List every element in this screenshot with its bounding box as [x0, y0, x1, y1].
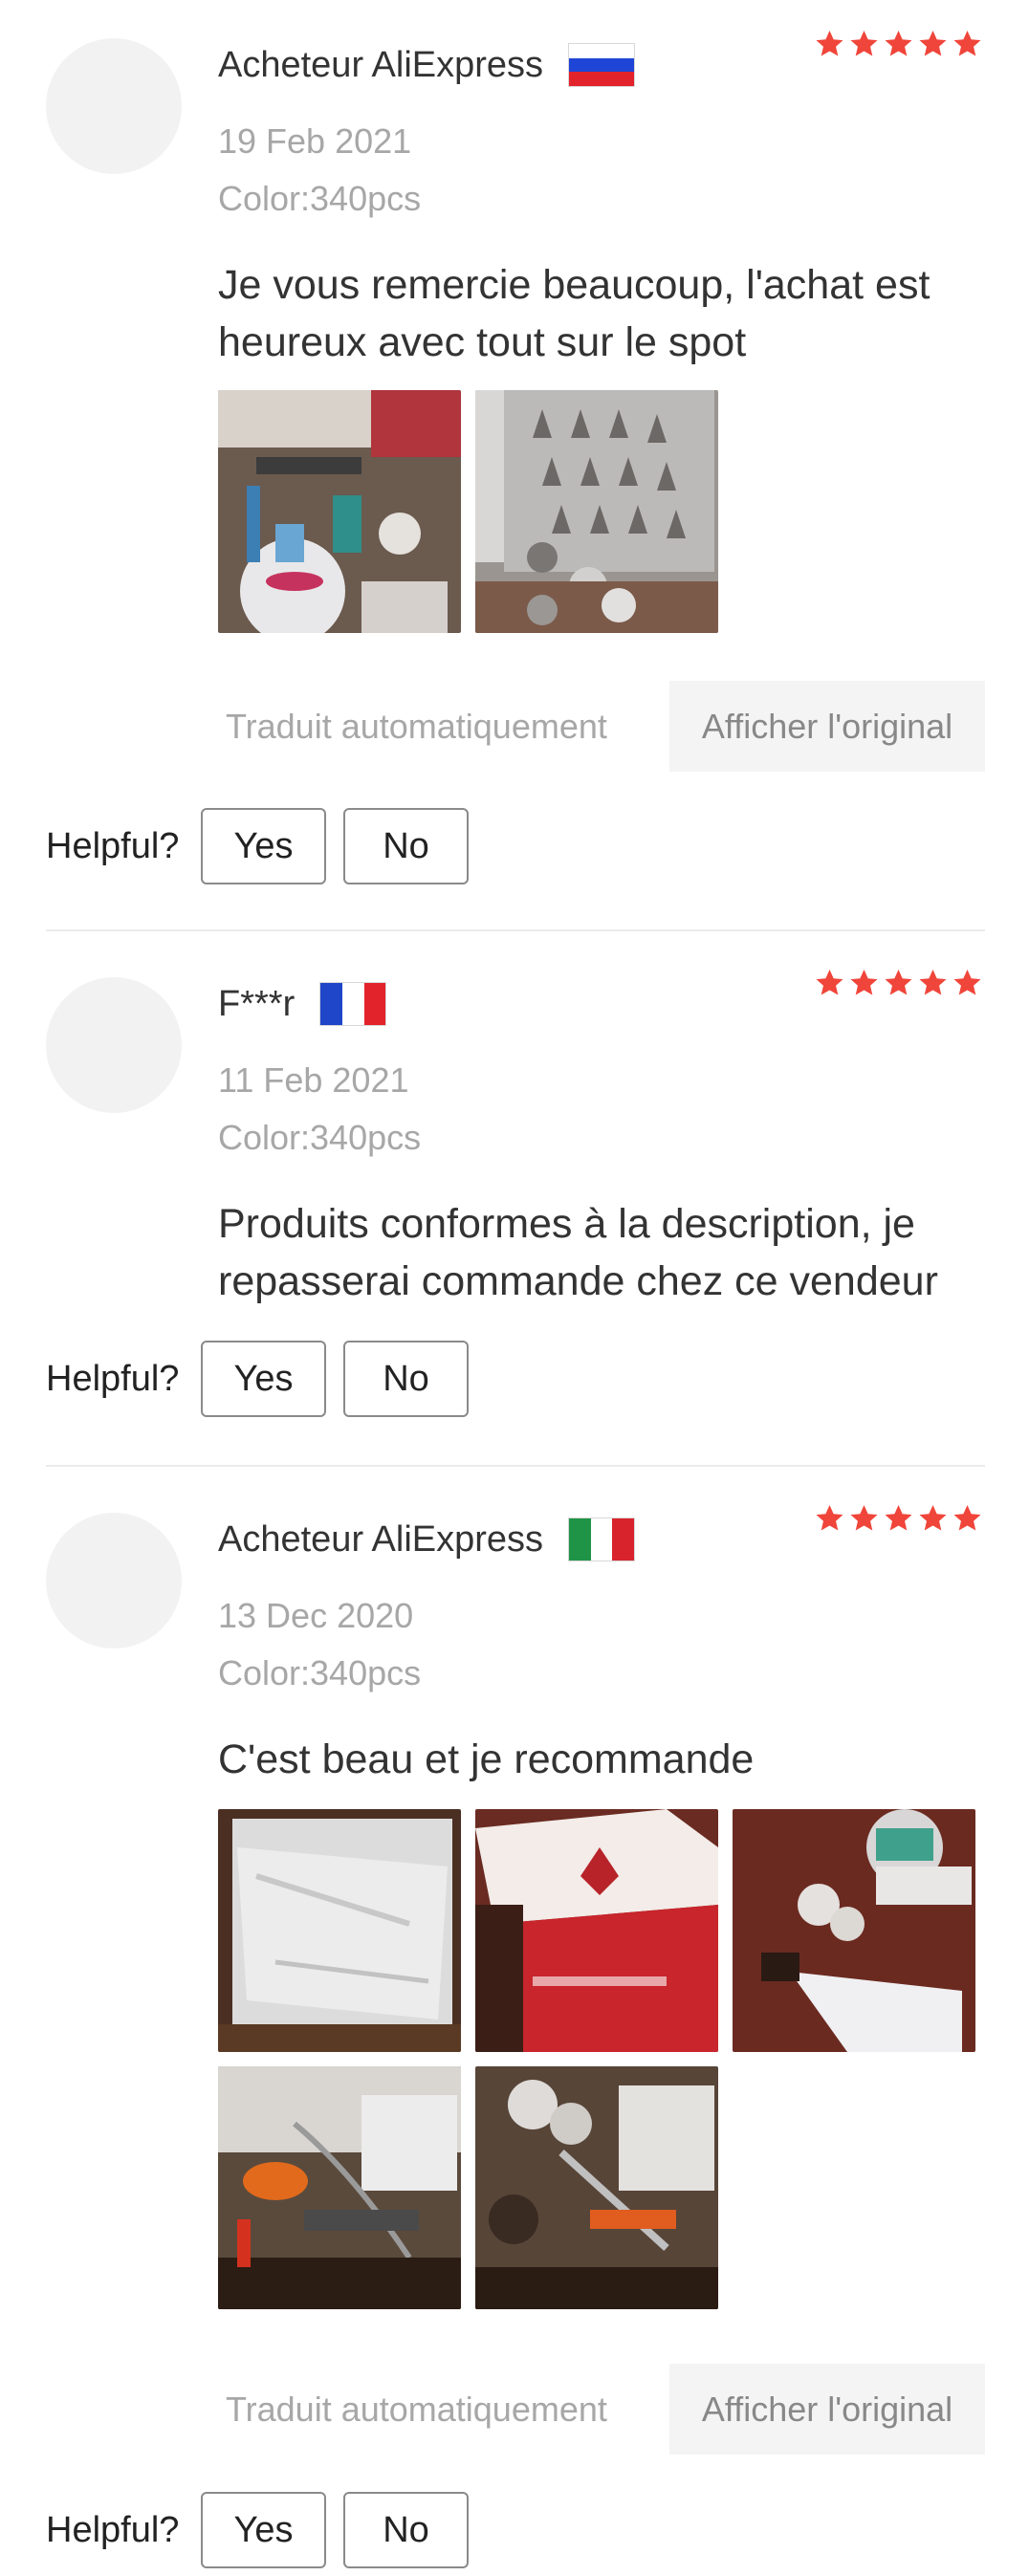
show-original-button[interactable]: Afficher l'original — [669, 681, 985, 772]
flag-italy-icon — [568, 1517, 636, 1561]
review-date: 11 Feb 2021 — [218, 1060, 409, 1100]
review-text: Produits conformes à la description, je … — [218, 1201, 938, 1304]
review-card: Acheteur AliExpress 13 Dec 2020 Color:34… — [0, 1474, 1029, 2576]
review-photo[interactable] — [475, 1809, 718, 2052]
review-date: 19 Feb 2021 — [218, 121, 412, 161]
review-date: 13 Dec 2020 — [218, 1596, 414, 1635]
star-icon — [953, 970, 981, 995]
star-icon — [885, 970, 912, 995]
review-text: C'est beau et je recommande — [218, 1736, 755, 1782]
review-photo[interactable] — [475, 390, 718, 633]
star-rating — [814, 968, 983, 998]
review-photo[interactable] — [475, 2066, 718, 2309]
review-author: Acheteur AliExpress — [218, 1519, 544, 1560]
review-author: F***r — [218, 984, 296, 1024]
avatar — [46, 38, 182, 174]
helpful-yes-button[interactable]: Yes — [201, 808, 326, 884]
star-icon — [816, 1505, 843, 1531]
review-author: Acheteur AliExpress — [218, 45, 544, 85]
review-card: F***r 11 Feb 2021 Color:340pcs Produits … — [0, 939, 1029, 1465]
review-card: Acheteur AliExpress 19 Feb 2021 Color:34… — [0, 0, 1029, 937]
translated-label: Traduit automatiquement — [226, 707, 607, 746]
divider — [46, 929, 985, 931]
review-sku: Color:340pcs — [218, 179, 422, 218]
helpful-no-button[interactable]: No — [343, 1341, 469, 1417]
star-icon — [816, 31, 843, 56]
translated-label: Traduit automatiquement — [226, 2390, 607, 2429]
review-text: Je vous remercie beaucoup, l'achat est h… — [218, 262, 930, 365]
divider — [46, 1465, 985, 1467]
reviews-page: Acheteur AliExpress 19 Feb 2021 Color:34… — [0, 0, 1029, 2576]
star-icon — [885, 31, 912, 56]
avatar — [46, 977, 182, 1113]
avatar — [46, 1513, 182, 1648]
review-photo[interactable] — [218, 1809, 461, 2052]
review-sku: Color:340pcs — [218, 1653, 422, 1692]
star-icon — [816, 970, 843, 995]
star-icon — [850, 1505, 878, 1531]
helpful-no-button[interactable]: No — [343, 808, 469, 884]
helpful-label: Helpful? — [46, 1359, 180, 1399]
review-sku: Color:340pcs — [218, 1118, 422, 1157]
review-photo[interactable] — [733, 1809, 975, 2052]
star-icon — [850, 970, 878, 995]
review-photo[interactable] — [218, 2066, 461, 2309]
helpful-yes-button[interactable]: Yes — [201, 2492, 326, 2568]
helpful-label: Helpful? — [46, 2510, 180, 2550]
star-icon — [919, 970, 947, 995]
star-rating — [814, 29, 983, 59]
flag-russia-icon — [568, 43, 636, 87]
show-original-button[interactable]: Afficher l'original — [669, 2364, 985, 2455]
helpful-no-button[interactable]: No — [343, 2492, 469, 2568]
star-icon — [953, 31, 981, 56]
star-icon — [850, 31, 878, 56]
helpful-label: Helpful? — [46, 826, 180, 866]
star-icon — [919, 1505, 947, 1531]
helpful-yes-button[interactable]: Yes — [201, 1341, 326, 1417]
star-icon — [953, 1505, 981, 1531]
star-rating — [814, 1503, 983, 1534]
review-photo[interactable] — [218, 390, 461, 633]
star-icon — [919, 31, 947, 56]
flag-france-icon — [319, 982, 387, 1026]
star-icon — [885, 1505, 912, 1531]
